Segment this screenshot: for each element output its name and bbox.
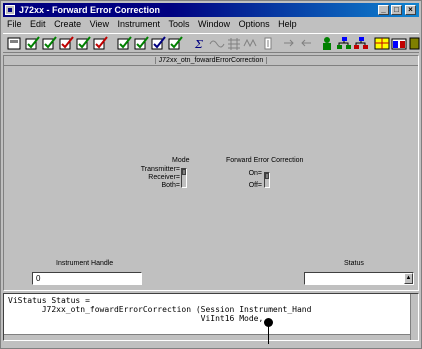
menu-create[interactable]: Create	[51, 18, 84, 31]
menu-window[interactable]: Window	[195, 18, 233, 31]
fec-slider-thumb[interactable]	[265, 173, 269, 179]
check-icon[interactable]	[59, 36, 75, 51]
tree-icon[interactable]	[353, 36, 369, 51]
window-title: J72xx - Forward Error Correction	[19, 5, 161, 15]
mode-option-transmitter: Transmitter=	[140, 166, 180, 173]
menu-instrument[interactable]: Instrument	[114, 18, 163, 31]
menu-view[interactable]: View	[87, 18, 112, 31]
check-icon[interactable]	[25, 36, 41, 51]
fec-slider[interactable]	[264, 172, 270, 188]
check-icon[interactable]	[134, 36, 150, 51]
status-label: Status	[344, 260, 364, 267]
mode-label: Mode	[172, 157, 190, 164]
mode-slider-thumb[interactable]	[182, 169, 186, 175]
maximize-button[interactable]: □	[391, 5, 402, 15]
check-icon[interactable]	[168, 36, 184, 51]
arrow-icon[interactable]	[298, 36, 314, 51]
check-icon[interactable]	[93, 36, 109, 51]
function-icon[interactable]: Σ	[192, 36, 208, 51]
menu-bar: File Edit Create View Instrument Tools W…	[3, 18, 419, 31]
code-window[interactable]: ViStatus Status = J72xx_otn_fowardErrorC…	[3, 293, 419, 341]
tree-icon[interactable]	[336, 36, 352, 51]
svg-text:Σ: Σ	[194, 38, 203, 51]
grid-icon[interactable]	[374, 36, 390, 51]
gauge-icon[interactable]	[260, 36, 276, 51]
wave-icon[interactable]	[243, 36, 259, 51]
check-icon[interactable]	[151, 36, 167, 51]
green-man-icon[interactable]	[319, 36, 335, 51]
book-icon[interactable]	[408, 36, 420, 51]
instrument-handle-input[interactable]: 0	[32, 272, 142, 285]
check-icon[interactable]	[117, 36, 133, 51]
code-line-2: J72xx_otn_fowardErrorCorrection (Session…	[8, 305, 312, 314]
code-vertical-scrollbar[interactable]	[410, 294, 418, 340]
close-button[interactable]: ×	[405, 5, 416, 15]
grid-icon[interactable]	[226, 36, 242, 51]
instrument-handle-label: Instrument Handle	[56, 260, 114, 267]
check-icon[interactable]	[42, 36, 58, 51]
fec-option-on: On=	[248, 170, 262, 177]
menu-options[interactable]: Options	[236, 18, 273, 31]
app-icon[interactable]	[5, 5, 15, 15]
status-field[interactable]: ▲	[304, 272, 414, 285]
code-horizontal-scrollbar[interactable]	[4, 334, 410, 340]
cursor-pointer-stem	[268, 326, 269, 344]
folder-icon[interactable]	[391, 36, 407, 51]
panel-title: J72xx_otn_fowardErrorCorrection	[4, 56, 418, 66]
check-icon[interactable]	[76, 36, 92, 51]
mode-option-receiver: Receiver=	[148, 174, 180, 181]
mode-slider[interactable]	[181, 168, 187, 188]
fec-label: Forward Error Correction	[226, 157, 304, 164]
menu-help[interactable]: Help	[275, 18, 300, 31]
arrow-icon[interactable]	[281, 36, 297, 51]
code-line-1: ViStatus Status =	[8, 296, 90, 305]
title-bar[interactable]: J72xx - Forward Error Correction _ □ ×	[3, 3, 419, 17]
function-panel: J72xx_otn_fowardErrorCorrection Mode Tra…	[3, 55, 419, 291]
sine-icon[interactable]	[209, 36, 225, 51]
code-line-3: ViInt16 Mode,	[8, 314, 264, 323]
toolbar: Σ	[3, 33, 420, 53]
status-dropdown-button[interactable]: ▲	[404, 273, 413, 284]
fec-option-off: Off=	[248, 182, 262, 189]
mode-option-both: Both=	[161, 182, 181, 189]
menu-edit[interactable]: Edit	[27, 18, 49, 31]
menu-file[interactable]: File	[3, 18, 25, 31]
application-window: J72xx - Forward Error Correction _ □ × F…	[0, 0, 422, 349]
panel-icon[interactable]	[6, 36, 22, 51]
menu-tools[interactable]: Tools	[166, 18, 193, 31]
minimize-button[interactable]: _	[378, 5, 389, 15]
